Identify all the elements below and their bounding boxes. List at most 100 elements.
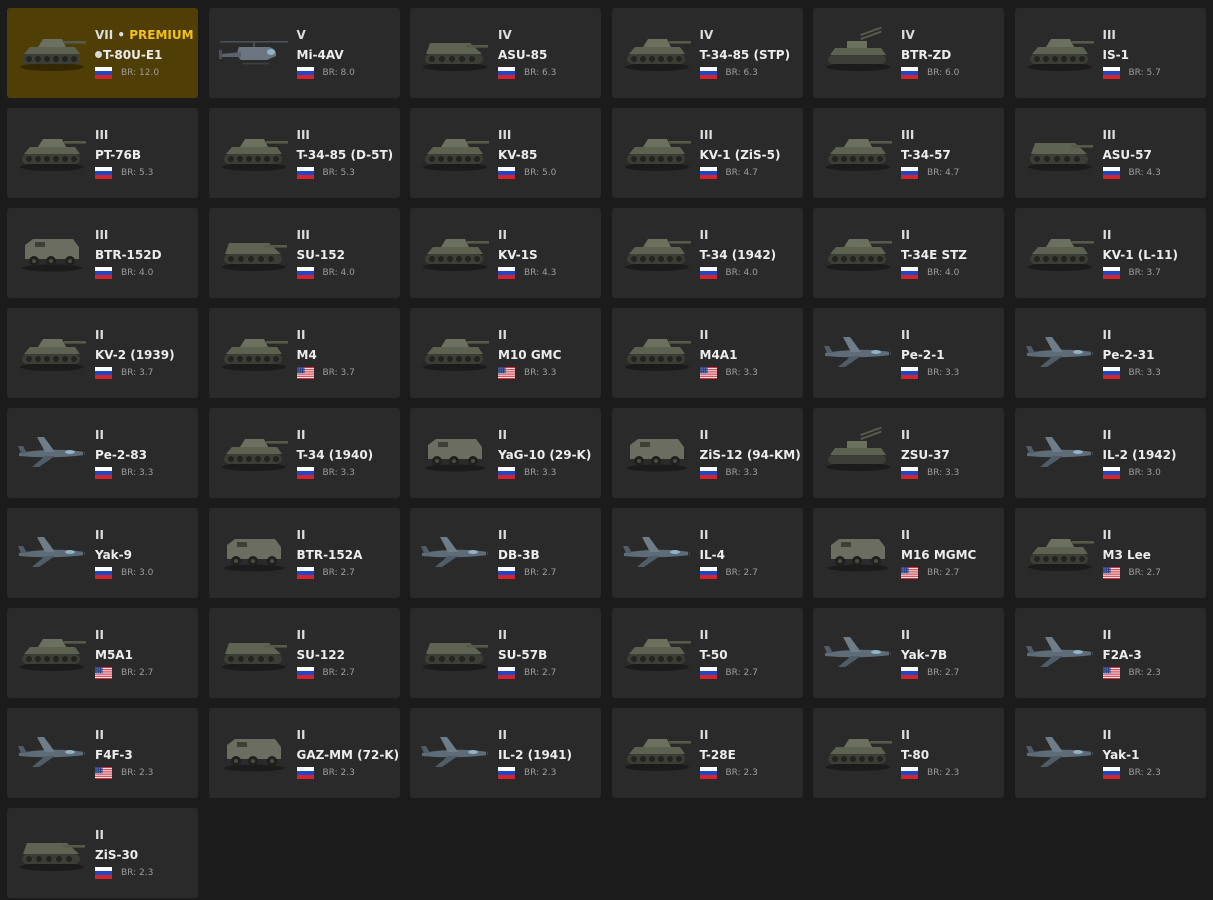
vehicle-br-line: BR: 2.7 — [498, 667, 599, 679]
vehicle-card-pe-2-83[interactable]: II Pe-2-83 BR: 3.3 — [7, 408, 198, 498]
vehicle-br-line: BR: 2.7 — [296, 567, 398, 579]
vehicle-card-zis-30[interactable]: II ZiS-30 BR: 2.3 — [7, 808, 198, 898]
vehicle-card-yak-7b[interactable]: II Yak-7B BR: 2.7 — [813, 608, 1004, 698]
vehicle-card-kv-1-l-11[interactable]: II KV-1 (L-11) BR: 3.7 — [1014, 208, 1206, 298]
vehicle-info: II IL-2 (1942) BR: 3.0 — [1102, 428, 1204, 479]
vehicle-card-su-57b[interactable]: II SU-57B BR: 2.7 — [410, 608, 601, 698]
vehicle-card-t-34-1940[interactable]: II T-34 (1940) BR: 3.3 — [208, 408, 400, 498]
vehicle-card-il-4[interactable]: II IL-4 BR: 2.7 — [611, 508, 803, 598]
vehicle-name-line: Pe-2-31 — [1103, 348, 1204, 363]
vehicle-br-line: BR: 2.3 — [1102, 767, 1204, 779]
vehicle-card-pe-2-31[interactable]: II Pe-2-31 BR: 3.3 — [1014, 308, 1206, 398]
vehicle-card-t-28e[interactable]: II T-28E BR: 2.3 — [611, 708, 803, 798]
vehicle-thumbnail — [821, 526, 895, 576]
vehicle-card-zsu-37[interactable]: II ZSU-37 BR: 3.3 — [813, 408, 1004, 498]
vehicle-card-t-34-85-d-5t[interactable]: III T-34-85 (D-5T) BR: 5.3 — [208, 108, 400, 198]
vehicle-card-btr-152d[interactable]: III BTR-152D BR: 4.0 — [7, 208, 198, 298]
vehicle-name-line: ZiS-12 (94-KM) — [700, 448, 801, 463]
tank-icon — [624, 39, 691, 71]
vehicle-rank-line: II — [1103, 728, 1204, 743]
vehicle-rank: II — [95, 828, 104, 842]
vehicle-card-m10-gmc[interactable]: II M10 GMC BR: 3.3 — [410, 308, 601, 398]
vehicle-card-f4f-3[interactable]: II F4F-3 BR: 2.3 — [7, 708, 198, 798]
vehicle-card-t-80[interactable]: II T-80 BR: 2.3 — [813, 708, 1004, 798]
vehicle-card-m5a1[interactable]: II M5A1 BR: 2.7 — [7, 608, 198, 698]
vehicle-rank: II — [699, 528, 709, 542]
vehicle-card-btr-152a[interactable]: II BTR-152A BR: 2.7 — [208, 508, 400, 598]
vehicle-card-pe-2-1[interactable]: II Pe-2-1 BR: 3.3 — [813, 308, 1004, 398]
vehicle-card-t-80u-e1[interactable]: VII • PREMIUM T-80U-E1 BR: 12.0 — [7, 8, 198, 98]
tank-icon — [826, 239, 892, 271]
vehicle-card-t-50[interactable]: II T-50 BR: 2.7 — [611, 608, 803, 698]
vehicle-card-il-2-1941[interactable]: II IL-2 (1941) BR: 2.3 — [410, 708, 601, 798]
vehicle-card-t-34-1942[interactable]: II T-34 (1942) BR: 4.0 — [611, 208, 803, 298]
battle-rating: BR: 3.3 — [524, 468, 557, 478]
vehicle-name-line: ASU-85 — [498, 48, 599, 63]
vehicle-card-t-34-57[interactable]: III T-34-57 BR: 4.7 — [813, 108, 1004, 198]
vehicle-thumbnail — [821, 326, 895, 376]
vehicle-card-asu-85[interactable]: IV ASU-85 BR: 6.3 — [410, 8, 601, 98]
vehicle-card-btr-zd[interactable]: IV BTR-ZD BR: 6.0 — [813, 8, 1004, 98]
vehicle-rank-line: II — [297, 628, 398, 643]
vehicle-info: II GAZ-MM (72-K) BR: 2.3 — [296, 728, 399, 779]
battle-rating: BR: 2.7 — [927, 668, 960, 678]
vehicle-card-kv-2-1939[interactable]: II KV-2 (1939) BR: 3.7 — [7, 308, 198, 398]
vehicle-card-il-2-1942[interactable]: II IL-2 (1942) BR: 3.0 — [1014, 408, 1206, 498]
vehicle-name-line: Mi-4AV — [297, 48, 398, 63]
vehicle-card-kv-1-zis-5[interactable]: III KV-1 (ZiS-5) BR: 4.7 — [611, 108, 803, 198]
ussr-flag-icon — [296, 267, 314, 279]
vehicle-rank-line: II — [901, 728, 1002, 743]
vehicle-rank-line: II — [700, 428, 801, 443]
vehicle-name: KV-1S — [498, 248, 538, 262]
vehicle-card-su-152[interactable]: III SU-152 BR: 4.0 — [208, 208, 400, 298]
vehicle-card-yag-10-29-k[interactable]: II YaG-10 (29-K) BR: 3.3 — [410, 408, 601, 498]
vehicle-rank: II — [296, 428, 306, 442]
tank-icon — [423, 139, 489, 171]
vehicle-card-m4[interactable]: II M4 BR: 3.7 — [208, 308, 400, 398]
vehicle-br-line: BR: 5.0 — [498, 167, 599, 179]
vehicle-card-kv-85[interactable]: III KV-85 BR: 5.0 — [410, 108, 601, 198]
vehicle-rank-line: III — [95, 228, 196, 243]
vehicle-card-yak-1[interactable]: II Yak-1 BR: 2.3 — [1014, 708, 1206, 798]
vehicle-card-zis-12-94-km[interactable]: II ZiS-12 (94-KM) BR: 3.3 — [611, 408, 803, 498]
vehicle-name-line: Yak-1 — [1103, 748, 1204, 763]
vehicle-card-pt-76b[interactable]: III PT-76B BR: 5.3 — [7, 108, 198, 198]
vehicle-card-f2a-3[interactable]: II F2A-3 BR: 2.3 — [1014, 608, 1206, 698]
vehicle-thumbnail — [15, 726, 89, 776]
vehicle-card-m16-mgmc[interactable]: II M16 MGMC BR: 2.7 — [813, 508, 1004, 598]
vehicle-card-t-34e-stz[interactable]: II T-34E STZ BR: 4.0 — [813, 208, 1004, 298]
spg-icon — [423, 643, 488, 671]
battle-rating: BR: 4.7 — [927, 168, 960, 178]
vehicle-card-is-1[interactable]: III IS-1 BR: 5.7 — [1014, 8, 1206, 98]
vehicle-rank-line: II — [901, 328, 1002, 343]
vehicle-card-gaz-mm-72-k[interactable]: II GAZ-MM (72-K) BR: 2.3 — [208, 708, 400, 798]
vehicle-name-line: T-34-85 (D-5T) — [297, 148, 398, 163]
tank-icon — [624, 739, 691, 771]
vehicle-thumbnail — [821, 626, 895, 676]
vehicle-rank-line: II — [498, 728, 599, 743]
tank-icon — [20, 639, 86, 671]
premium-label: PREMIUM — [129, 28, 194, 42]
vehicle-rank: II — [901, 228, 910, 242]
ussr-flag-icon — [498, 767, 515, 779]
ussr-flag-icon — [699, 267, 717, 279]
vehicle-br-line: BR: 6.3 — [699, 67, 801, 79]
vehicle-rank-line: III — [297, 228, 398, 243]
vehicle-card-mi-4av[interactable]: V Mi-4AV BR: 8.0 — [208, 8, 400, 98]
vehicle-rank-line: II — [1103, 328, 1204, 343]
vehicle-info: II M16 MGMC BR: 2.7 — [901, 528, 1002, 579]
vehicle-card-db-3b[interactable]: II DB-3B BR: 2.7 — [410, 508, 601, 598]
vehicle-card-su-122[interactable]: II SU-122 BR: 2.7 — [208, 608, 400, 698]
vehicle-card-m3-lee[interactable]: II M3 Lee BR: 2.7 — [1014, 508, 1206, 598]
vehicle-card-t-34-85-stp[interactable]: IV T-34-85 (STP) BR: 6.3 — [611, 8, 803, 98]
ussr-flag-icon — [1102, 67, 1120, 79]
vehicle-thumbnail — [620, 226, 694, 276]
vehicle-rank-line: III — [95, 128, 196, 143]
vehicle-name: Yak-9 — [95, 548, 132, 562]
vehicle-card-kv-1s[interactable]: II KV-1S BR: 4.3 — [410, 208, 601, 298]
vehicle-card-yak-9[interactable]: II Yak-9 BR: 3.0 — [7, 508, 198, 598]
battle-rating: BR: 2.3 — [121, 868, 154, 878]
vehicle-card-asu-57[interactable]: III ASU-57 BR: 4.3 — [1014, 108, 1206, 198]
battle-rating: BR: 3.0 — [121, 568, 154, 578]
vehicle-card-m4a1[interactable]: II M4A1 BR: 3.3 — [611, 308, 803, 398]
